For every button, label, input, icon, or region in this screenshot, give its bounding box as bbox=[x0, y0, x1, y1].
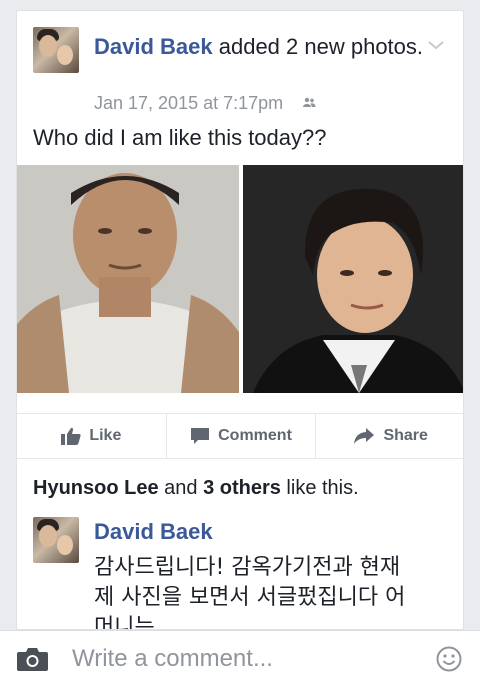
post-actions-bar: Like Comment Share bbox=[17, 413, 463, 459]
thumbs-up-icon bbox=[61, 427, 81, 445]
commenter-avatar[interactable] bbox=[33, 517, 79, 563]
share-arrow-icon bbox=[354, 428, 375, 444]
like-label: Like bbox=[89, 427, 122, 444]
photo-grid bbox=[17, 165, 463, 393]
likes-suffix: like this. bbox=[280, 477, 359, 499]
smiley-icon[interactable] bbox=[436, 646, 462, 672]
share-button[interactable]: Share bbox=[315, 414, 463, 458]
likes-summary[interactable]: Hyunsoo Lee and 3 others like this. bbox=[33, 477, 359, 500]
post-card: David Baek added 2 new photos. Jan 17, 2… bbox=[16, 10, 464, 630]
photo-2-image bbox=[243, 165, 463, 393]
comment-label: Comment bbox=[218, 427, 292, 444]
author-name-link[interactable]: David Baek bbox=[94, 34, 213, 59]
camera-icon[interactable] bbox=[16, 646, 49, 672]
post-status-text: Who did I am like this today?? bbox=[33, 125, 327, 150]
post-timestamp: Jan 17, 2015 at 7:17pm bbox=[94, 93, 316, 114]
comment-button[interactable]: Comment bbox=[165, 414, 316, 458]
liker-name[interactable]: Hyunsoo Lee bbox=[33, 477, 159, 499]
likes-connector: and bbox=[158, 477, 204, 499]
like-button[interactable]: Like bbox=[17, 414, 166, 458]
post-action-text: added 2 new photos. bbox=[212, 34, 424, 59]
timestamp-link[interactable]: Jan 17, 2015 at 7:17pm bbox=[94, 93, 283, 113]
author-avatar[interactable] bbox=[33, 27, 79, 73]
photo-2[interactable] bbox=[243, 165, 463, 393]
likes-others-count[interactable]: 3 others bbox=[203, 477, 281, 499]
photo-1[interactable] bbox=[17, 165, 239, 393]
comment-icon bbox=[191, 428, 210, 444]
comment-author-link[interactable]: David Baek bbox=[94, 519, 213, 545]
friends-icon bbox=[303, 97, 316, 107]
comment-text: 감사드립니다! 감옥가기전과 현재 제 사진을 보면서 서글펐집니다 어머니는 bbox=[94, 555, 406, 630]
share-label: Share bbox=[383, 427, 428, 444]
post-author-line: David Baek added 2 new photos. bbox=[94, 31, 424, 62]
chevron-down-icon[interactable] bbox=[427, 39, 445, 51]
photo-1-image bbox=[17, 165, 239, 393]
comment-input[interactable]: Write a comment... bbox=[72, 645, 273, 673]
comment-composer: Write a comment... bbox=[0, 630, 480, 685]
